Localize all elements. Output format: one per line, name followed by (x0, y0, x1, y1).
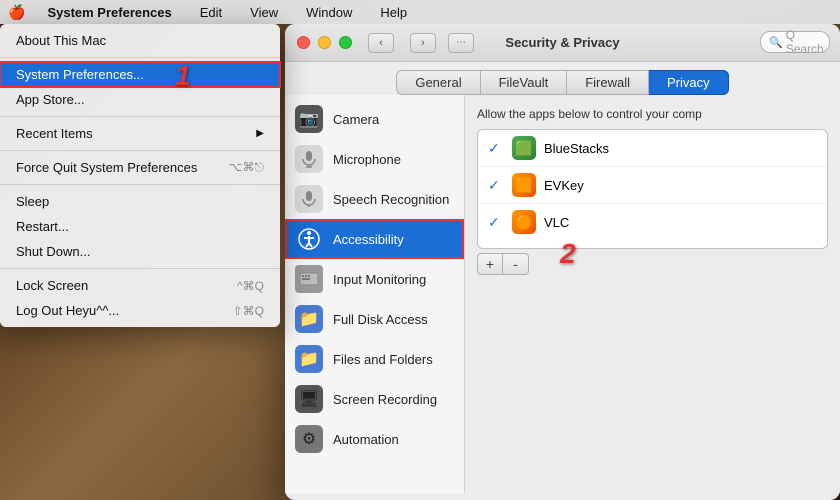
divider3 (0, 150, 280, 151)
app-row-vlc[interactable]: ✓ 🟠 VLC (478, 204, 827, 240)
tab-bar: General FileVault Firewall Privacy (285, 62, 840, 95)
sidebar-label-screen-recording: Screen Recording (333, 392, 437, 407)
sidebar-label-input-monitoring: Input Monitoring (333, 272, 426, 287)
sidebar-item-files-folders[interactable]: 📁 Files and Folders (285, 339, 464, 379)
sidebar-label-files-folders: Files and Folders (333, 352, 433, 367)
sidebar-label-microphone: Microphone (333, 152, 401, 167)
add-app-button[interactable]: + (477, 253, 503, 275)
menu-view[interactable]: View (244, 5, 284, 20)
tab-firewall[interactable]: Firewall (567, 70, 649, 95)
menu-restart[interactable]: Restart... (0, 214, 280, 239)
evkey-name: EVKey (544, 178, 584, 193)
maximize-button[interactable] (339, 36, 352, 49)
menu-lock-screen[interactable]: Lock Screen ^⌘Q (0, 273, 280, 298)
sidebar-item-input-monitoring[interactable]: Input Monitoring (285, 259, 464, 299)
bluestacks-name: BlueStacks (544, 141, 609, 156)
apple-dropdown: About This Mac System Preferences... App… (0, 24, 280, 327)
full-disk-icon: 📁 (295, 305, 323, 333)
search-icon: 🔍 (769, 36, 783, 49)
tab-privacy[interactable]: Privacy (649, 70, 729, 95)
sidebar-label-accessibility: Accessibility (333, 232, 404, 247)
back-button[interactable]: ‹ (368, 33, 394, 53)
minimize-button[interactable] (318, 36, 331, 49)
menu-recent-items[interactable]: Recent Items ▶ (0, 121, 280, 146)
input-monitoring-icon (295, 265, 323, 293)
tab-general[interactable]: General (396, 70, 480, 95)
menu-about-mac[interactable]: About This Mac (0, 28, 280, 53)
sidebar-item-full-disk[interactable]: 📁 Full Disk Access (285, 299, 464, 339)
list-controls: + - (477, 253, 828, 275)
window-titlebar: ‹ › ⋯ Security & Privacy 🔍 Q Search (285, 24, 840, 62)
automation-icon: ⚙ (295, 425, 323, 453)
window-content: 📷 Camera Microphone Speech Recognition (285, 95, 840, 493)
vlc-check[interactable]: ✓ (488, 214, 504, 231)
menu-sleep[interactable]: Sleep (0, 189, 280, 214)
right-panel: Allow the apps below to control your com… (465, 95, 840, 493)
window-title: Security & Privacy (505, 35, 619, 50)
menu-window[interactable]: Window (300, 5, 358, 20)
allow-label: Allow the apps below to control your com… (477, 107, 828, 121)
sidebar-item-microphone[interactable]: Microphone (285, 139, 464, 179)
evkey-check[interactable]: ✓ (488, 177, 504, 194)
bluestacks-icon: 🟩 (512, 136, 536, 160)
menu-force-quit[interactable]: Force Quit System Preferences ⌥⌘⎋ (0, 155, 280, 180)
camera-icon: 📷 (295, 105, 323, 133)
accessibility-icon (295, 225, 323, 253)
menubar: 🍎 System Preferences Edit View Window He… (0, 0, 840, 24)
remove-app-button[interactable]: - (503, 253, 529, 275)
step-2-label: 2 (560, 238, 576, 270)
app-row-bluestacks[interactable]: ✓ 🟩 BlueStacks (478, 130, 827, 167)
forward-button[interactable]: › (410, 33, 436, 53)
sidebar-label-speech: Speech Recognition (333, 192, 449, 207)
sidebar-item-automation[interactable]: ⚙ Automation (285, 419, 464, 459)
grid-button[interactable]: ⋯ (448, 33, 474, 53)
screen-recording-icon: 🖥 (295, 385, 323, 413)
app-name-menu[interactable]: System Preferences (41, 5, 177, 20)
search-placeholder: Q Search (786, 28, 824, 56)
search-box[interactable]: 🔍 Q Search (760, 31, 830, 53)
divider5 (0, 268, 280, 269)
close-button[interactable] (297, 36, 310, 49)
menu-shutdown[interactable]: Shut Down... (0, 239, 280, 264)
app-row-evkey[interactable]: ✓ 🟧 EVKey (478, 167, 827, 204)
menu-help[interactable]: Help (374, 5, 413, 20)
apps-list: ✓ 🟩 BlueStacks ✓ 🟧 EVKey ✓ 🟠 VLC (477, 129, 828, 249)
sidebar-label-full-disk: Full Disk Access (333, 312, 428, 327)
privacy-sidebar: 📷 Camera Microphone Speech Recognition (285, 95, 465, 493)
apple-menu[interactable]: 🍎 (8, 4, 25, 21)
menu-app-store[interactable]: App Store... (0, 87, 280, 112)
bluestacks-check[interactable]: ✓ (488, 140, 504, 157)
tab-filevault[interactable]: FileVault (481, 70, 568, 95)
files-folders-icon: 📁 (295, 345, 323, 373)
menu-logout[interactable]: Log Out Heyu^^... ⇧⌘Q (0, 298, 280, 323)
vlc-icon: 🟠 (512, 210, 536, 234)
evkey-icon: 🟧 (512, 173, 536, 197)
microphone-icon (295, 145, 323, 173)
sidebar-item-speech[interactable]: Speech Recognition (285, 179, 464, 219)
divider4 (0, 184, 280, 185)
divider (0, 57, 280, 58)
step-1-label: 1 (175, 60, 191, 92)
desktop: 🍎 System Preferences Edit View Window He… (0, 0, 840, 500)
divider2 (0, 116, 280, 117)
speech-icon (295, 185, 323, 213)
sidebar-item-screen-recording[interactable]: 🖥 Screen Recording (285, 379, 464, 419)
sidebar-item-camera[interactable]: 📷 Camera (285, 99, 464, 139)
menu-edit[interactable]: Edit (194, 5, 228, 20)
menu-system-preferences[interactable]: System Preferences... (0, 62, 280, 87)
sidebar-item-accessibility[interactable]: Accessibility (285, 219, 464, 259)
vlc-name: VLC (544, 215, 569, 230)
sidebar-label-automation: Automation (333, 432, 399, 447)
sidebar-label-camera: Camera (333, 112, 379, 127)
